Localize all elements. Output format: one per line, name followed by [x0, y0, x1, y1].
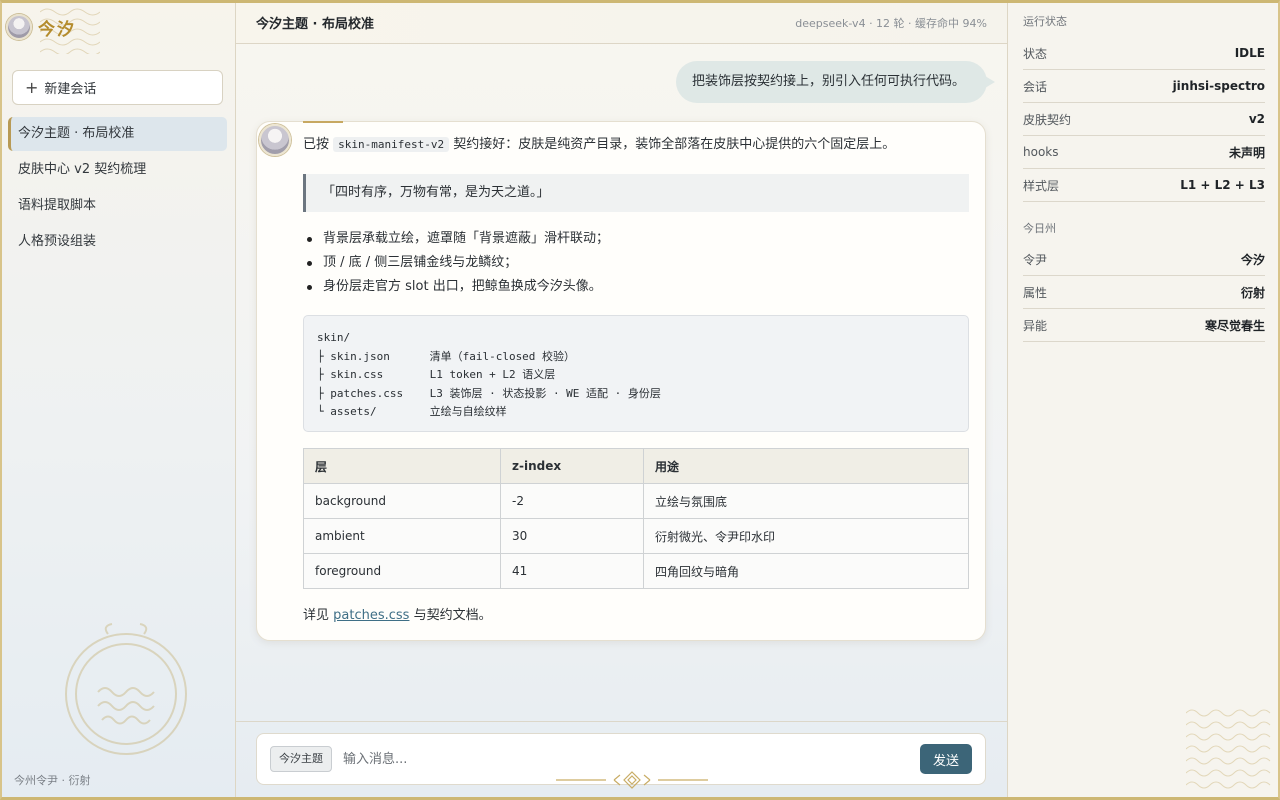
intro-text: 契约接好：皮肤是纯资产目录，装饰全部落在皮肤中心提供的六个固定层上。: [453, 137, 896, 152]
status-row: 会话 jinhsi-spectro: [1023, 70, 1265, 103]
divider: [236, 721, 1007, 722]
new-chat-button[interactable]: + 新建会话: [12, 70, 223, 105]
region-value: 衍射: [1240, 285, 1265, 300]
see-more-text: 详见: [303, 608, 330, 623]
region-list: 令尹 今汐 属性 衍射 异能 寒尽觉春生: [1023, 243, 1265, 342]
table-cell: -2: [500, 483, 644, 519]
footer-note: 今州令尹 · 衍射: [14, 774, 91, 787]
table-cell: background: [303, 483, 501, 519]
region-row: 属性 衍射: [1023, 276, 1265, 309]
conversation-list: 今汐主题 · 布局校准 皮肤中心 v2 契约梳理 语料提取脚本 人格预设组装: [8, 117, 227, 261]
inline-code: skin-manifest-v2: [333, 137, 450, 152]
assistant-avatar: [259, 124, 291, 156]
table-cell: 41: [500, 553, 644, 589]
chat-main: 今汐主题 · 布局校准 deepseek-v4 · 12 轮 · 缓存命中 94…: [236, 0, 1007, 800]
status-key: 会话: [1023, 79, 1048, 94]
assistant-message: 已按 skin-manifest-v2 契约接好：皮肤是纯资产目录，装饰全部落在…: [256, 121, 986, 641]
brand-name: 今汐: [38, 19, 76, 40]
list-item: 身份层走官方 slot 出口，把鲸鱼换成今汐头像。: [303, 275, 969, 299]
status-key: 皮肤契约: [1023, 112, 1072, 127]
region-key: 异能: [1023, 318, 1048, 333]
seal-watermark-icon: [65, 623, 187, 755]
patches-link[interactable]: patches.css: [333, 608, 409, 623]
status-row: 皮肤契约 v2: [1023, 103, 1265, 136]
brand: 今汐: [6, 14, 76, 40]
table-cell: ambient: [303, 518, 501, 554]
table-header: z-index: [500, 448, 644, 484]
table-header: 用途: [643, 448, 969, 484]
status-value: L1 + L2 + L3: [1180, 178, 1265, 192]
assistant-message-body: 已按 skin-manifest-v2 契约接好：皮肤是纯资产目录，装饰全部落在…: [303, 136, 969, 623]
region-row: 异能 寒尽觉春生: [1023, 309, 1265, 342]
region-key: 属性: [1023, 285, 1048, 300]
region-key: 令尹: [1023, 252, 1048, 267]
status-key: 状态: [1023, 46, 1048, 61]
table-cell: 衍射微光、令尹印水印: [643, 518, 969, 554]
list-item: 顶 / 底 / 侧三层铺金线与龙鳞纹；: [303, 251, 969, 275]
status-key: 样式层: [1023, 178, 1060, 193]
status-value: v2: [1248, 112, 1265, 126]
status-row: 状态 IDLE: [1023, 37, 1265, 70]
wave-pattern-icon: [1186, 709, 1271, 789]
table-cell: 30: [500, 518, 644, 554]
chat-title: 今汐主题 · 布局校准: [256, 17, 374, 32]
conversation-item[interactable]: 人格预设组装: [8, 225, 227, 259]
code-block: skin/ ├ skin.json 清单（fail-closed 校验） ├ s…: [303, 315, 969, 432]
sidebar: 今汐 + 新建会话 今汐主题 · 布局校准 皮肤中心 v2 契约梳理 语料提取脚…: [0, 0, 236, 800]
table-row: foreground 41 四角回纹与暗角: [303, 553, 969, 589]
conversation-item[interactable]: 皮肤中心 v2 契约梳理: [8, 153, 227, 187]
bullet-list: 背景层承载立绘，遮罩随「背景遮蔽」滑杆联动； 顶 / 底 / 侧三层铺金线与龙鳞…: [303, 227, 969, 299]
table-header: 层: [303, 448, 501, 484]
status-list: 状态 IDLE 会话 jinhsi-spectro 皮肤契约 v2 hooks 未声明 …: [1023, 37, 1265, 202]
avatar: [6, 14, 32, 40]
status-row: 样式层 L1 + L2 + L3: [1023, 169, 1265, 202]
conversation-item[interactable]: 语料提取脚本: [8, 189, 227, 223]
status-value: 未声明: [1228, 145, 1265, 160]
intro-text: 已按: [303, 137, 330, 152]
status-key: hooks: [1023, 145, 1059, 159]
table-row: ambient 30 衍射微光、令尹印水印: [303, 518, 969, 554]
ornament-icon: [556, 771, 708, 789]
theme-chip[interactable]: 今汐主题: [270, 746, 332, 772]
table-cell: 立绘与氛围底: [643, 483, 969, 519]
send-button[interactable]: 发送: [920, 744, 972, 774]
see-more-text: 与契约文档。: [413, 608, 492, 623]
table-header-row: 层 z-index 用途: [303, 448, 969, 484]
new-chat-label: 新建会话: [44, 82, 97, 97]
list-item: 背景层承载立绘，遮罩随「背景遮蔽」滑杆联动；: [303, 227, 969, 251]
status-panel: 运行状态 状态 IDLE 会话 jinhsi-spectro 皮肤契约 v2 hook…: [1007, 0, 1280, 800]
status-value: jinhsi-spectro: [1172, 79, 1265, 93]
conversation-item[interactable]: 今汐主题 · 布局校准: [8, 117, 227, 151]
layer-table: 层 z-index 用途 background -2 立绘与氛围底 ambien…: [303, 448, 969, 589]
status-row: hooks 未声明: [1023, 136, 1265, 169]
message-input[interactable]: [343, 747, 903, 771]
table-row: background -2 立绘与氛围底: [303, 483, 969, 519]
status-section-title: 运行状态: [1023, 15, 1067, 28]
table-cell: foreground: [303, 553, 501, 589]
table-cell: 四角回纹与暗角: [643, 553, 969, 589]
chat-header: 今汐主题 · 布局校准 deepseek-v4 · 12 轮 · 缓存命中 94…: [236, 0, 1007, 44]
model-status: deepseek-v4 · 12 轮 · 缓存命中 94%: [795, 17, 987, 30]
intro-paragraph: 已按 skin-manifest-v2 契约接好：皮肤是纯资产目录，装饰全部落在…: [303, 136, 969, 154]
status-value: IDLE: [1234, 46, 1265, 60]
blockquote: 「四时有序，万物有常，是为天之道。」: [303, 174, 969, 212]
region-value: 今汐: [1240, 252, 1265, 267]
plus-icon: +: [25, 77, 39, 97]
see-more: 详见 patches.css 与契约文档。: [303, 604, 969, 623]
region-row: 令尹 今汐: [1023, 243, 1265, 276]
user-message: 把装饰层按契约接上，别引入任何可执行代码。: [675, 61, 996, 103]
region-value: 寒尽觉春生: [1204, 318, 1265, 333]
region-section-title: 今日州: [1023, 222, 1056, 235]
